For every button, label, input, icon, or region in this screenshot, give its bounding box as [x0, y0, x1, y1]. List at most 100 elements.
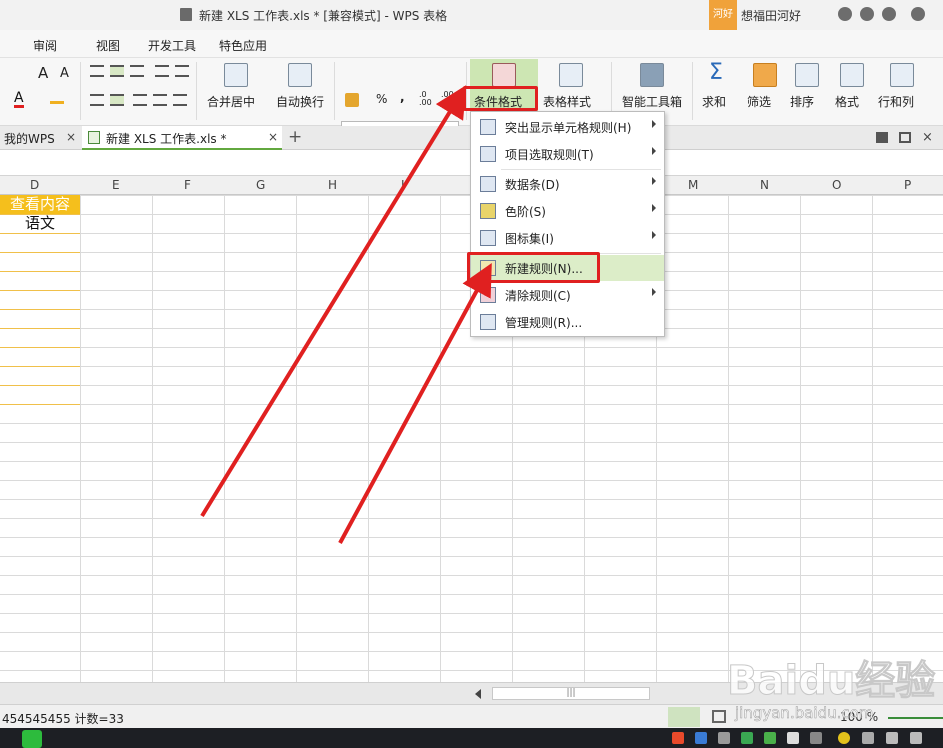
column-header[interactable]: D	[30, 178, 39, 192]
skin-icon[interactable]	[838, 7, 852, 21]
tray-icon[interactable]	[862, 732, 874, 744]
increase-decimal-icon[interactable]: .0.00	[419, 91, 432, 107]
data-bars-icon	[480, 176, 496, 192]
table-style-icon[interactable]	[559, 63, 583, 87]
column-header[interactable]: E	[112, 178, 120, 192]
smart-toolbox-button[interactable]: 智能工具箱	[622, 93, 682, 110]
font-shrink-button[interactable]: A	[60, 66, 69, 81]
row-col-icon[interactable]	[890, 63, 914, 87]
scroll-left-icon[interactable]	[475, 689, 481, 699]
fill-color-icon[interactable]	[50, 92, 64, 104]
manage-rules-icon	[480, 314, 496, 330]
settings-icon[interactable]	[860, 7, 874, 21]
tab-review[interactable]: 审阅	[33, 37, 57, 54]
menu-item-label: 管理规则(R)...	[505, 316, 583, 330]
sum-button[interactable]: 求和	[702, 93, 726, 110]
help-icon[interactable]	[882, 7, 896, 21]
input-method-icon[interactable]	[672, 732, 684, 744]
tab-developer[interactable]: 开发工具	[148, 37, 196, 54]
tray-icon[interactable]	[695, 732, 707, 744]
grid-line	[368, 195, 369, 682]
sort-icon[interactable]	[795, 63, 819, 87]
table-style-button[interactable]: 表格样式	[543, 93, 591, 110]
volume-icon[interactable]	[886, 732, 898, 744]
tray-icon[interactable]	[810, 732, 822, 744]
filter-icon[interactable]	[753, 63, 777, 87]
align-center-icon[interactable]	[110, 94, 124, 106]
decrease-decimal-icon[interactable]: .00.0	[441, 91, 454, 107]
merge-center-button[interactable]: 合并居中	[207, 93, 255, 110]
toolbox-icon[interactable]	[640, 63, 664, 87]
conditional-format-icon[interactable]	[492, 63, 516, 87]
chevron-right-icon	[652, 204, 656, 212]
cell-d1[interactable]: 查看内容	[0, 195, 80, 214]
slideshow-icon[interactable]	[876, 132, 888, 143]
align-right-icon[interactable]	[133, 94, 147, 106]
close-icon[interactable]: ×	[922, 130, 933, 145]
justify-icon[interactable]	[153, 94, 167, 106]
percent-button[interactable]: %	[376, 92, 387, 106]
column-header[interactable]: I	[401, 178, 405, 192]
minimize-icon[interactable]	[911, 7, 925, 21]
network-icon[interactable]	[910, 732, 922, 744]
grid-line	[152, 195, 153, 682]
page-layout-icon[interactable]	[712, 710, 726, 723]
add-tab-icon[interactable]: +	[288, 127, 302, 147]
app-icon[interactable]	[22, 730, 42, 748]
tray-icon[interactable]	[764, 732, 776, 744]
filter-button[interactable]: 筛选	[747, 93, 771, 110]
close-icon[interactable]: ×	[268, 130, 278, 144]
column-header[interactable]: F	[184, 178, 191, 192]
tray-icon[interactable]	[787, 732, 799, 744]
tray-icon[interactable]	[838, 732, 850, 744]
menu-item-label: 数据条(D)	[505, 178, 560, 192]
align-top-icon[interactable]	[90, 65, 104, 77]
tray-icon[interactable]	[741, 732, 753, 744]
scroll-thumb[interactable]: |||	[492, 687, 650, 700]
column-header[interactable]: P	[904, 178, 911, 192]
separator	[692, 62, 693, 120]
column-header[interactable]: O	[832, 178, 841, 192]
align-bottom-icon[interactable]	[130, 65, 144, 77]
font-color-button[interactable]: A	[14, 91, 24, 108]
align-middle-icon[interactable]	[110, 65, 124, 77]
menu-item-label: 色阶(S)	[505, 205, 546, 219]
indent-increase-icon[interactable]	[175, 65, 189, 77]
merge-center-icon[interactable]	[224, 63, 248, 87]
tab-current-file[interactable]: 新建 XLS 工作表.xls *	[82, 126, 282, 150]
column-header[interactable]: N	[760, 178, 769, 192]
tray-icon[interactable]	[718, 732, 730, 744]
format-button[interactable]: 格式	[835, 93, 859, 110]
currency-icon[interactable]	[345, 93, 359, 107]
menu-item-manage-rules[interactable]: 管理规则(R)...	[471, 310, 664, 334]
menu-item-data-bars[interactable]: 数据条(D)	[471, 172, 664, 196]
restore-icon[interactable]	[899, 132, 911, 143]
tab-view[interactable]: 视图	[96, 37, 120, 54]
menu-item-clear-rules[interactable]: 清除规则(C)	[471, 283, 664, 307]
distributed-icon[interactable]	[173, 94, 187, 106]
close-icon[interactable]: ×	[66, 130, 76, 144]
column-header[interactable]: G	[256, 178, 265, 192]
font-grow-button[interactable]: A	[38, 64, 48, 82]
menu-item-icon-sets[interactable]: 图标集(I)	[471, 226, 664, 250]
indent-decrease-icon[interactable]	[155, 65, 169, 77]
user-badge[interactable]: 河好	[709, 0, 737, 30]
wrap-text-button[interactable]: 自动换行	[276, 93, 324, 110]
menu-item-highlight-cells[interactable]: 突出显示单元格规则(H)	[471, 115, 664, 139]
tab-special[interactable]: 特色应用	[219, 37, 267, 54]
normal-view-icon[interactable]	[668, 707, 700, 727]
cell-d2[interactable]: 语文	[0, 214, 80, 233]
comma-button[interactable]: ,	[400, 90, 405, 104]
column-header[interactable]: M	[688, 178, 698, 192]
row-col-button[interactable]: 行和列	[878, 93, 914, 110]
sort-button[interactable]: 排序	[790, 93, 814, 110]
column-header[interactable]: H	[328, 178, 337, 192]
user-name[interactable]: 想福田河好	[741, 7, 801, 24]
menu-item-top-bottom[interactable]: 项目选取规则(T)	[471, 142, 664, 166]
align-left-icon[interactable]	[90, 94, 104, 106]
menu-item-color-scale[interactable]: 色阶(S)	[471, 199, 664, 223]
sigma-icon[interactable]: Σ	[709, 60, 723, 85]
wrap-text-icon[interactable]	[288, 63, 312, 87]
format-icon[interactable]	[840, 63, 864, 87]
zoom-slider[interactable]	[888, 717, 943, 719]
